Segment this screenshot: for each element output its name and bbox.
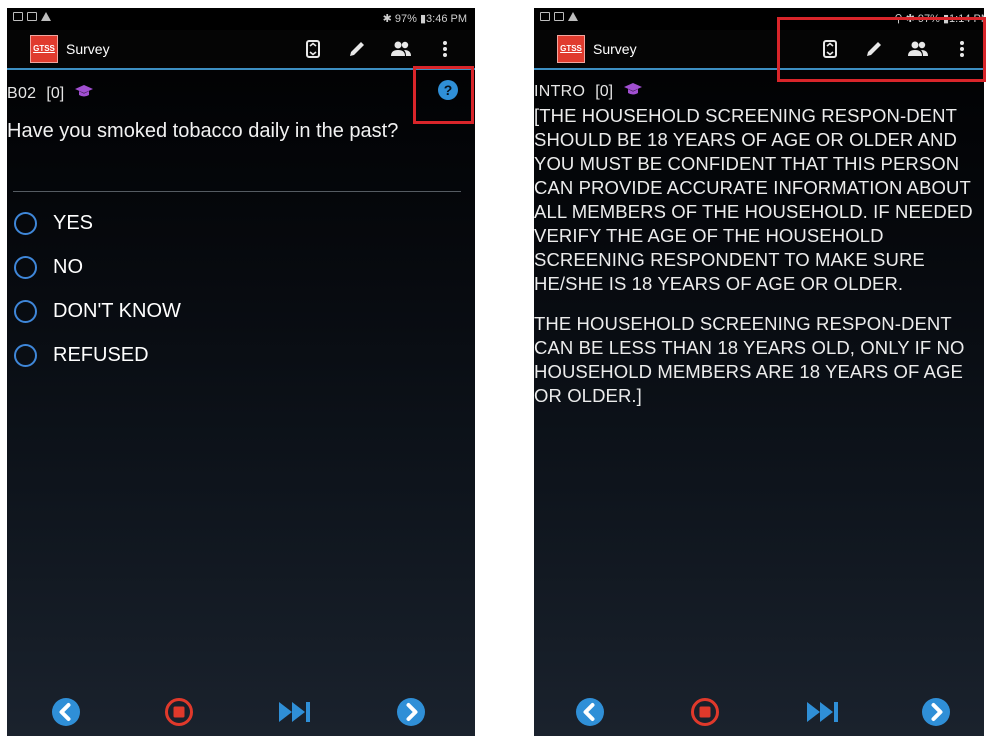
skip-end-icon[interactable] bbox=[277, 697, 313, 727]
intro-paragraph: [THE HOUSEHOLD SCREENING RESPON-DENT SHO… bbox=[534, 105, 973, 294]
option-label: NO bbox=[53, 255, 83, 278]
switch-icon[interactable] bbox=[808, 36, 852, 62]
app-bar: GTSS Survey bbox=[534, 30, 984, 70]
warning-notification-icon bbox=[41, 12, 51, 21]
pencil-icon[interactable] bbox=[852, 36, 896, 62]
intro-instructions: [THE HOUSEHOLD SCREENING RESPON-DENT SHO… bbox=[534, 104, 984, 424]
status-bar: ✱ 97% ▮3:46 PM bbox=[7, 8, 475, 30]
message-notification-icon bbox=[27, 12, 37, 21]
question-header: INTRO [0] bbox=[534, 82, 643, 101]
radio-button[interactable] bbox=[14, 299, 37, 323]
divider bbox=[13, 191, 461, 192]
question-id: B02 bbox=[7, 84, 37, 102]
gtss-logo: GTSS bbox=[557, 35, 585, 63]
intro-paragraph: THE HOUSEHOLD SCREENING RESPON-DENT CAN … bbox=[534, 313, 965, 406]
radio-button[interactable] bbox=[14, 211, 37, 235]
switch-icon[interactable] bbox=[291, 36, 335, 62]
overflow-menu-icon[interactable] bbox=[423, 36, 467, 62]
forward-icon[interactable] bbox=[921, 697, 951, 727]
status-bar: ⚲ ✱ 97% ▮1:14 PM bbox=[534, 8, 984, 30]
question-index: [0] bbox=[46, 84, 65, 102]
bottom-navigation bbox=[7, 688, 475, 736]
bottom-navigation bbox=[534, 688, 984, 736]
option-dont-know[interactable]: DON'T KNOW bbox=[14, 289, 455, 333]
app-title: Survey bbox=[593, 41, 637, 57]
people-icon[interactable] bbox=[896, 36, 940, 62]
radio-button[interactable] bbox=[14, 343, 37, 367]
graduation-cap-icon bbox=[623, 82, 643, 101]
status-battery-time: ⚲ ✱ 97% ▮1:14 PM bbox=[894, 13, 984, 25]
message-notification-icon bbox=[554, 12, 564, 21]
option-label: YES bbox=[53, 211, 94, 234]
radio-button[interactable] bbox=[14, 255, 37, 279]
app-bar-actions bbox=[808, 36, 984, 62]
people-icon[interactable] bbox=[379, 36, 423, 62]
status-notification-icons bbox=[13, 12, 51, 21]
option-label: DON'T KNOW bbox=[53, 299, 181, 322]
gtss-logo: GTSS bbox=[30, 35, 58, 63]
status-notification-icons bbox=[540, 12, 578, 21]
question-id: INTRO bbox=[534, 82, 586, 100]
skip-end-icon[interactable] bbox=[805, 697, 841, 727]
stop-icon[interactable] bbox=[690, 697, 720, 727]
status-battery-time: ✱ 97% ▮3:46 PM bbox=[382, 13, 467, 25]
answer-options: YES NO DON'T KNOW REFUSED bbox=[14, 201, 455, 377]
image-notification-icon bbox=[540, 12, 550, 21]
app-title: Survey bbox=[66, 41, 110, 57]
option-yes[interactable]: YES bbox=[14, 201, 455, 245]
back-icon[interactable] bbox=[51, 697, 81, 727]
image-notification-icon bbox=[13, 12, 23, 21]
pencil-icon[interactable] bbox=[335, 36, 379, 62]
option-label: REFUSED bbox=[53, 343, 149, 366]
back-icon[interactable] bbox=[575, 697, 605, 727]
screenshot-canvas: ✱ 97% ▮3:46 PM GTSS Survey B02 [0] ? Hav… bbox=[0, 0, 986, 738]
app-bar: GTSS Survey bbox=[7, 30, 475, 70]
forward-icon[interactable] bbox=[396, 697, 426, 727]
stop-icon[interactable] bbox=[164, 697, 194, 727]
question-header: B02 [0] bbox=[7, 84, 94, 103]
app-bar-actions bbox=[291, 36, 467, 62]
right-survey-screen: ⚲ ✱ 97% ▮1:14 PM GTSS Survey INTRO [0] [… bbox=[534, 8, 984, 736]
help-icon[interactable]: ? bbox=[438, 80, 458, 100]
question-text: Have you smoked tobacco daily in the pas… bbox=[7, 120, 399, 142]
warning-notification-icon bbox=[568, 12, 578, 21]
option-refused[interactable]: REFUSED bbox=[14, 333, 455, 377]
left-survey-screen: ✱ 97% ▮3:46 PM GTSS Survey B02 [0] ? Hav… bbox=[7, 8, 475, 736]
question-index: [0] bbox=[595, 82, 614, 100]
graduation-cap-icon bbox=[74, 84, 94, 103]
overflow-menu-icon[interactable] bbox=[940, 36, 984, 62]
option-no[interactable]: NO bbox=[14, 245, 455, 289]
